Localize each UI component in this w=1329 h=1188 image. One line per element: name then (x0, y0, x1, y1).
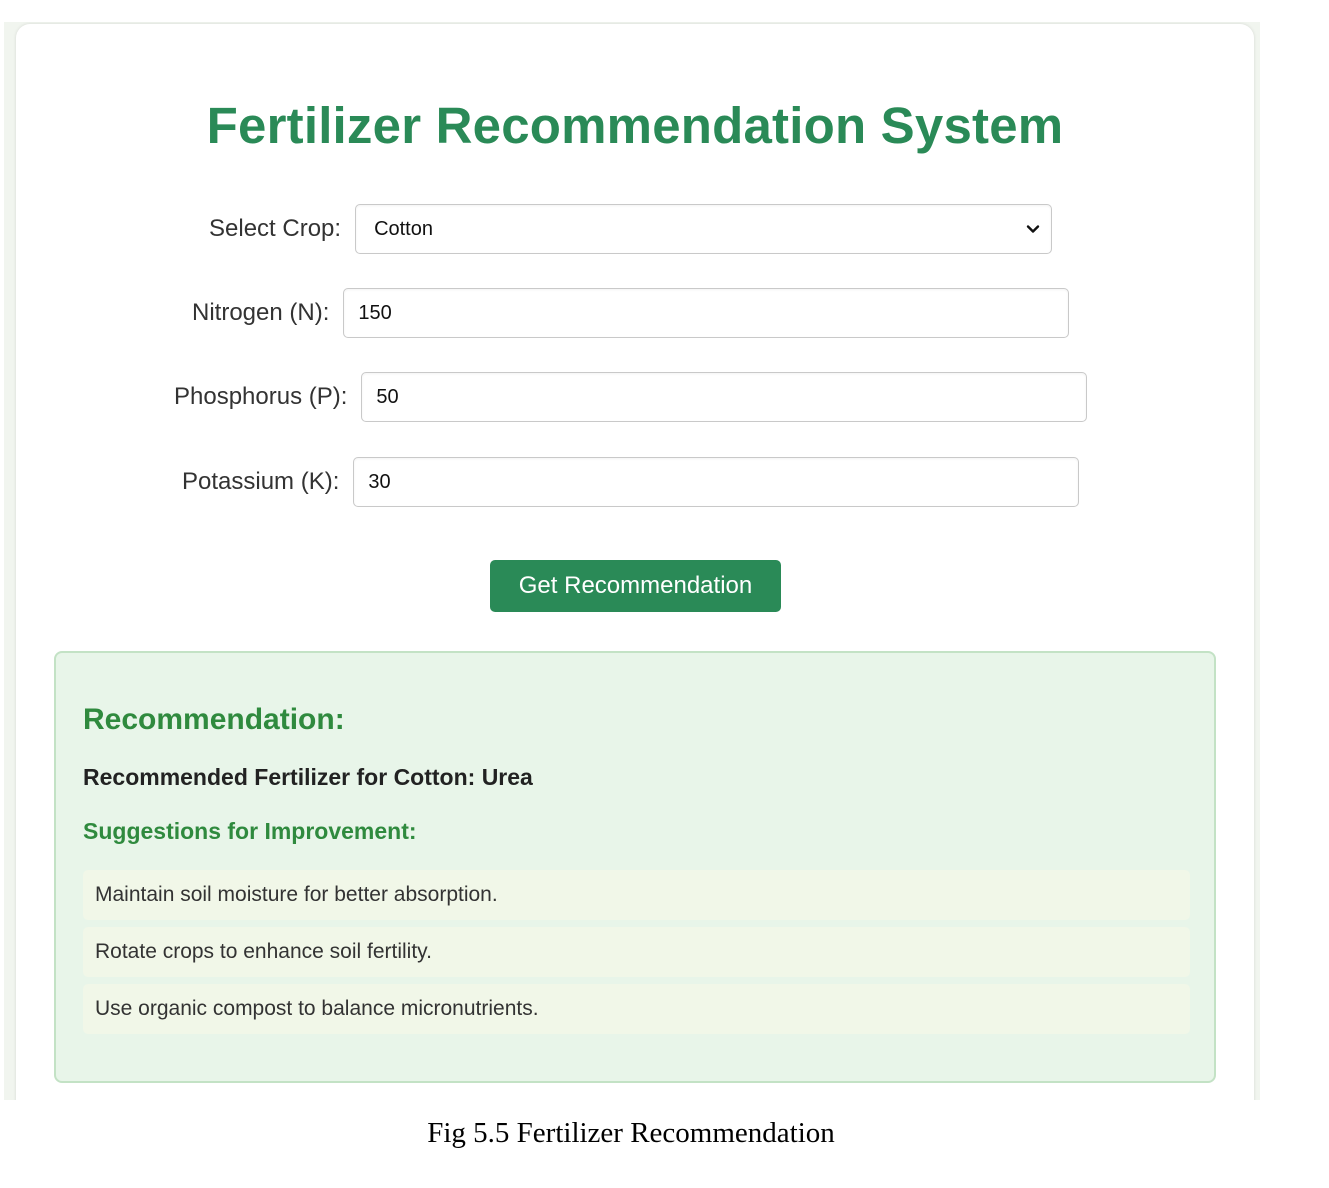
potassium-value: 30 (368, 470, 391, 493)
phosphorus-value: 50 (376, 385, 399, 408)
crop-selected-value: Cotton (374, 217, 433, 240)
recommended-fertilizer: Recommended Fertilizer for Cotton: Urea (83, 764, 533, 790)
suggestion-item: Rotate crops to enhance soil fertility. (83, 927, 1190, 977)
suggestions-heading: Suggestions for Improvement: (83, 818, 417, 844)
suggestion-item: Use organic compost to balance micronutr… (83, 984, 1190, 1034)
figure-caption: Fig 5.5 Fertilizer Recommendation (427, 1117, 835, 1149)
nitrogen-value: 150 (358, 301, 392, 324)
recommendation-panel: Recommendation: Recommended Fertilizer f… (54, 651, 1216, 1083)
suggestion-item: Maintain soil moisture for better absorp… (83, 870, 1190, 920)
recommendation-heading: Recommendation: (83, 703, 345, 736)
main-card: Fertilizer Recommendation System Select … (16, 24, 1254, 1100)
phosphorus-label: Phosphorus (P): (174, 383, 348, 410)
get-recommendation-button[interactable]: Get Recommendation (490, 560, 781, 612)
nitrogen-row: Nitrogen (N): 150 (192, 287, 1070, 339)
phosphorus-row: Phosphorus (P): 50 (174, 371, 1088, 423)
phosphorus-input[interactable]: 50 (361, 372, 1088, 422)
potassium-input[interactable]: 30 (353, 457, 1080, 507)
chevron-down-icon (1026, 225, 1040, 233)
suggestions-list: Maintain soil moisture for better absorp… (83, 870, 1190, 1041)
app-screenshot: Fertilizer Recommendation System Select … (4, 22, 1260, 1100)
page-title: Fertilizer Recommendation System (206, 97, 1064, 154)
nitrogen-input[interactable]: 150 (343, 288, 1070, 338)
potassium-label: Potassium (K): (182, 468, 340, 495)
potassium-row: Potassium (K): 30 (182, 456, 1080, 508)
crop-label: Select Crop: (209, 215, 342, 242)
crop-row: Select Crop: Cotton (209, 203, 1053, 255)
nitrogen-label: Nitrogen (N): (192, 299, 330, 326)
crop-select[interactable]: Cotton (355, 204, 1053, 254)
